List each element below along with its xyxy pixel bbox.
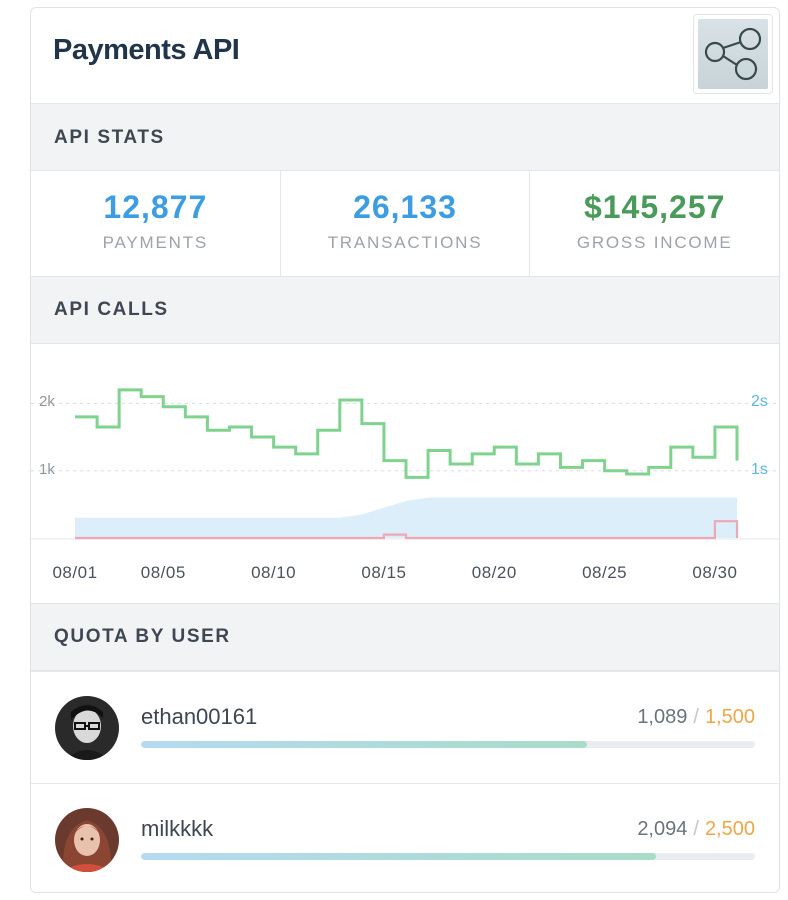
api-stats-header: API STATS (31, 103, 779, 171)
x-tick-label: 08/01 (52, 563, 98, 582)
user-quota: 1,089/1,500 (637, 706, 755, 729)
avatar (55, 696, 119, 760)
share-icon (704, 27, 762, 81)
quota-bar (141, 741, 755, 748)
avatar (55, 808, 119, 872)
page-title: Payments API (53, 34, 240, 66)
stat-label: PAYMENTS (102, 233, 209, 252)
share-button[interactable] (693, 14, 773, 94)
stats-row: 12,877 PAYMENTS 26,133 TRANSACTIONS $145… (31, 171, 779, 276)
x-tick-label: 08/05 (140, 563, 186, 582)
y-tick-right: 1s (751, 460, 768, 478)
avatar-milkkkk-icon (55, 808, 119, 872)
stat-value: 26,133 (353, 189, 457, 225)
stat-transactions: 26,133 TRANSACTIONS (281, 171, 531, 276)
stat-value: $145,257 (583, 189, 726, 225)
stat-gross-income: $145,257 GROSS INCOME (530, 171, 779, 276)
stat-label: GROSS INCOME (576, 233, 733, 252)
x-tick-label: 08/20 (471, 563, 517, 582)
quota-separator: / (693, 706, 699, 728)
api-calls-header: API CALLS (31, 276, 779, 344)
stat-payments: 12,877 PAYMENTS (31, 171, 281, 276)
x-tick-label: 08/15 (361, 563, 407, 582)
y-tick-left: 1k (39, 460, 55, 478)
payments-api-card: Payments API API STATS 12,877 PAYMENTS 2… (30, 7, 780, 893)
y-tick-right: 2s (751, 393, 768, 411)
quota-title: QUOTA BY USER (54, 626, 231, 647)
y-tick-left: 2k (39, 393, 55, 411)
api-stats-title: API STATS (54, 127, 165, 148)
quota-limit: 2,500 (704, 818, 755, 840)
x-tick-label: 08/30 (692, 563, 738, 582)
quota-bar-fill (141, 853, 656, 860)
avatar-ethan-icon (55, 696, 119, 760)
quota-separator: / (693, 818, 699, 840)
user-name: milkkkk (141, 816, 214, 841)
user-quota: 2,094/2,500 (637, 818, 755, 841)
quota-used: 1,089 (637, 706, 688, 728)
quota-header: QUOTA BY USER (31, 603, 779, 671)
stat-label: TRANSACTIONS (327, 233, 483, 252)
user-row-milkkkk[interactable]: milkkkk 2,094/2,500 (31, 783, 779, 892)
card-header: Payments API (31, 8, 779, 103)
api-calls-chart: 2k 1k 2s 1s 08/01 08/05 08/10 08/15 08/20 08/25 08… (31, 343, 779, 603)
user-name: ethan00161 (141, 704, 258, 729)
quota-limit: 1,500 (704, 706, 755, 728)
x-tick-label: 08/25 (582, 563, 628, 582)
quota-used: 2,094 (637, 818, 688, 840)
stat-value: 12,877 (103, 189, 208, 225)
user-row-ethan[interactable]: ethan00161 1,089/1,500 (31, 671, 779, 783)
x-tick-label: 08/10 (251, 563, 297, 582)
quota-bar-fill (141, 741, 587, 748)
api-calls-title: API CALLS (54, 299, 169, 320)
quota-bar (141, 853, 755, 860)
